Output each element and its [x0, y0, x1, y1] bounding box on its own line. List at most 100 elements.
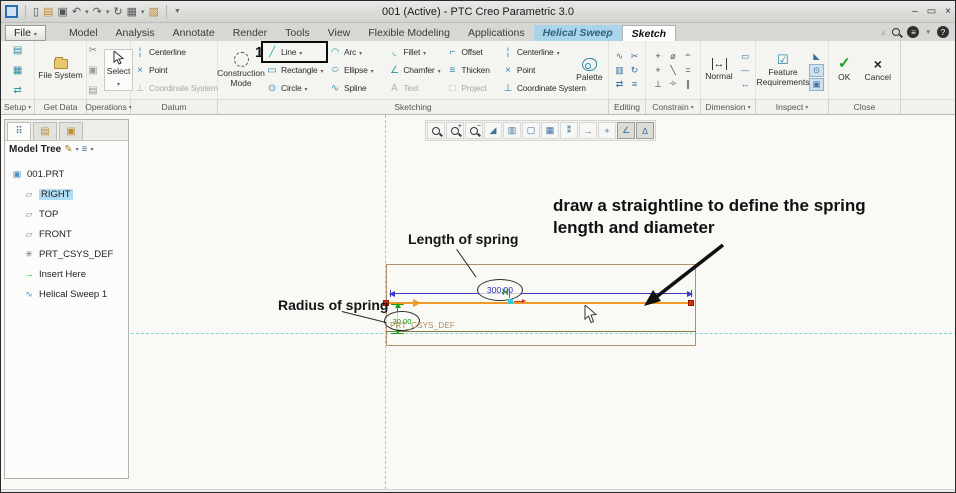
zoom-in-button[interactable]: +: [446, 122, 464, 139]
shade-closed-loops-icon[interactable]: ▣: [809, 78, 824, 91]
tab-view[interactable]: View: [319, 25, 360, 41]
tab-analysis[interactable]: Analysis: [107, 25, 164, 41]
model-tree-tab[interactable]: ⠿: [7, 122, 31, 140]
annotation-display-button[interactable]: →: [579, 122, 597, 139]
regenerate-icon[interactable]: ↻: [113, 5, 122, 19]
palette-button[interactable]: Palette: [572, 57, 607, 84]
sketch-centerline-button[interactable]: ¦Centerline: [499, 43, 572, 61]
arc-button[interactable]: ◠Arc: [326, 43, 385, 61]
tree-filters-caret-icon[interactable]: ▾: [76, 146, 79, 153]
sketch-orientation-button[interactable]: ∠: [617, 122, 635, 139]
constrain-group-label[interactable]: Constrain: [646, 100, 701, 114]
tree-item-helical-sweep[interactable]: ∿Helical Sweep 1: [11, 284, 128, 304]
tab-annotate[interactable]: Annotate: [164, 25, 224, 41]
close-window-icon[interactable]: ▨: [148, 5, 158, 19]
close-button[interactable]: ×: [945, 6, 951, 17]
redo-icon[interactable]: ↷: [93, 5, 102, 19]
display-style-button[interactable]: ▥: [503, 122, 521, 139]
sketch-view-button[interactable]: ⇄: [9, 81, 27, 99]
file-system-button[interactable]: File System: [36, 58, 84, 82]
spline-button[interactable]: ∿Spline: [326, 79, 385, 97]
perimeter-dimension-icon[interactable]: ▭: [738, 50, 753, 63]
corner-icon[interactable]: ≡: [632, 79, 637, 89]
resources-caret-icon[interactable]: ▾: [926, 28, 930, 36]
tab-applications[interactable]: Applications: [459, 25, 534, 41]
line-button[interactable]: ╱Line: [263, 43, 326, 61]
tab-helical-sweep[interactable]: Helical Sweep: [534, 25, 622, 41]
vertical-constraint-icon[interactable]: +: [655, 51, 660, 61]
thicken-button[interactable]: ≡Thicken: [443, 61, 498, 79]
tab-file[interactable]: File: [5, 25, 46, 41]
favorites-tab[interactable]: ▣: [59, 122, 83, 140]
tab-flexible-modeling[interactable]: Flexible Modeling: [359, 25, 459, 41]
tangent-constraint-icon[interactable]: ⌀: [670, 51, 675, 62]
fillet-button[interactable]: ◟Fillet: [385, 43, 443, 61]
tab-sketch[interactable]: Sketch: [622, 25, 676, 41]
tree-item-front-plane[interactable]: ▱FRONT: [11, 224, 128, 244]
cut-button[interactable]: ✂: [84, 41, 102, 59]
chamfer-button[interactable]: ∠Chamfer: [385, 61, 443, 79]
tree-item-right-plane[interactable]: ▱RIGHT: [11, 184, 128, 204]
perpendicular-constraint-icon[interactable]: ⊥: [654, 79, 662, 90]
paste-button[interactable]: ▤: [84, 81, 102, 99]
references-button[interactable]: ▦: [9, 61, 27, 79]
copy-button[interactable]: ▣: [84, 61, 102, 79]
reference-dimension-icon[interactable]: ↔: [738, 78, 753, 91]
setup-group-label[interactable]: Setup: [1, 100, 35, 114]
midpoint-constraint-icon[interactable]: -•-: [685, 53, 691, 59]
divide-icon[interactable]: ⇄: [616, 79, 624, 90]
save-icon[interactable]: ▣: [57, 5, 67, 19]
minimize-button[interactable]: –: [912, 6, 918, 17]
windows-icon[interactable]: ▦: [127, 5, 137, 19]
offset-button[interactable]: ⌐Offset: [443, 43, 498, 61]
ok-button[interactable]: ✓ OK: [836, 56, 853, 84]
tree-item-top-plane[interactable]: ▱TOP: [11, 204, 128, 224]
refit-button[interactable]: [427, 122, 445, 139]
restore-button[interactable]: ▭: [927, 6, 936, 17]
coincident-constraint-icon[interactable]: ╲: [670, 65, 675, 76]
highlight-open-ends-icon[interactable]: ⊙: [809, 64, 824, 77]
sketch-point-button[interactable]: ×Point: [499, 61, 572, 79]
overlapping-geometry-icon[interactable]: ◣: [809, 50, 824, 63]
customize-qat-icon[interactable]: ▼: [174, 8, 181, 15]
resources-icon[interactable]: ≡: [907, 26, 919, 38]
datum-point-button[interactable]: ×Point: [131, 61, 217, 79]
undo-icon[interactable]: ↶: [72, 5, 81, 19]
sketch-display-button[interactable]: ∆: [636, 122, 654, 139]
datum-centerline-button[interactable]: ¦Centerline: [131, 43, 217, 61]
open-icon[interactable]: ▤: [43, 5, 53, 19]
symmetric-constraint-icon[interactable]: -o-: [669, 81, 676, 87]
sketch-coordinate-system-button[interactable]: ⊥Coordinate System: [499, 79, 572, 97]
sketch-setup-button[interactable]: ▤: [9, 41, 27, 59]
mirror-icon[interactable]: ▥: [615, 65, 624, 76]
rotate-resize-icon[interactable]: ↻: [631, 65, 639, 76]
spin-center-button[interactable]: +: [598, 122, 616, 139]
cancel-button[interactable]: × Cancel: [863, 56, 893, 84]
help-icon[interactable]: ?: [937, 26, 949, 38]
normal-dimension-button[interactable]: ↔ Normal: [703, 57, 734, 83]
datum-display-button[interactable]: ⁑: [560, 122, 578, 139]
search-icon[interactable]: [892, 28, 900, 36]
tree-item-insert-here[interactable]: →Insert Here: [11, 264, 128, 284]
circle-button[interactable]: ⊙Circle: [263, 79, 326, 97]
graphics-area[interactable]: + − ◢ ▥ ▢ ▦ ⁑ → + ∠ ∆ ⠿ ▤ ▣ Model Tree ✎…: [1, 115, 956, 493]
view-manager-button[interactable]: ▦: [541, 122, 559, 139]
parallel-constraint-icon[interactable]: ∥: [686, 79, 691, 90]
minimize-ribbon-icon[interactable]: ▵: [881, 28, 885, 37]
repaint-button[interactable]: ◢: [484, 122, 502, 139]
tree-filters-icon[interactable]: ✎: [64, 144, 72, 155]
baseline-dimension-icon[interactable]: —: [738, 64, 753, 77]
zoom-out-button[interactable]: −: [465, 122, 483, 139]
inspect-group-label[interactable]: Inspect: [756, 100, 829, 114]
ellipse-button[interactable]: ⬭Ellipse: [326, 61, 385, 79]
tab-model[interactable]: Model: [60, 25, 107, 41]
delete-segment-icon[interactable]: ✂: [631, 51, 639, 62]
dimension-group-label[interactable]: Dimension: [701, 100, 756, 114]
feature-requirements-button[interactable]: ☑ Feature Requirements: [760, 52, 806, 89]
equal-constraint-icon[interactable]: =: [685, 65, 690, 75]
folder-browser-tab[interactable]: ▤: [33, 122, 57, 140]
tab-render[interactable]: Render: [224, 25, 276, 41]
tree-settings-caret-icon[interactable]: ▾: [91, 146, 94, 153]
new-icon[interactable]: ▯: [33, 5, 39, 19]
select-button[interactable]: Select: [104, 49, 134, 91]
